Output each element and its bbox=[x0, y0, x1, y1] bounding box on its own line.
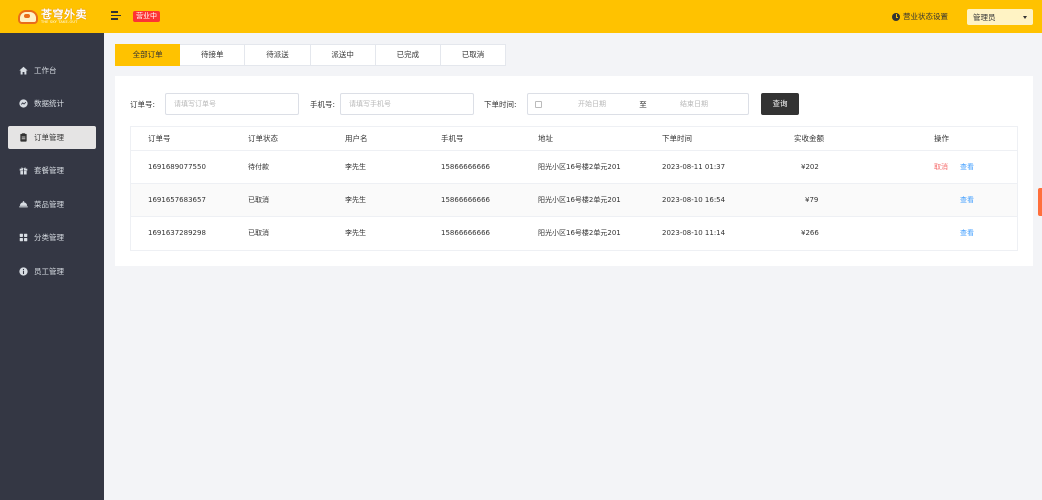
amount-cell: ¥202 bbox=[801, 163, 819, 171]
amount-cell: ¥79 bbox=[805, 196, 819, 204]
search-button[interactable]: 查询 bbox=[761, 93, 799, 115]
shop-status-label: 营业状态设置 bbox=[903, 12, 948, 21]
dish-icon bbox=[19, 200, 28, 209]
sidebar-item-label: 订单管理 bbox=[34, 133, 64, 142]
sidebar-item-label: 数据统计 bbox=[34, 99, 64, 108]
logo-icon bbox=[18, 10, 38, 24]
table-row: 1691657683657 已取消 李先生 15866666666 阳光小区16… bbox=[131, 184, 1017, 217]
status-cell: 已取消 bbox=[248, 196, 269, 204]
order-no-cell: 1691657683657 bbox=[148, 196, 206, 204]
table-row: 1691689077550 待付款 李先生 15866666666 阳光小区16… bbox=[131, 151, 1017, 184]
sidebar-item-label: 工作台 bbox=[34, 66, 57, 75]
logo-title: 苍穹外卖 bbox=[41, 8, 87, 22]
order-no-cell: 1691637289298 bbox=[148, 229, 206, 237]
grid-icon bbox=[19, 233, 28, 242]
sidebar-item-categories[interactable]: 分类管理 bbox=[8, 226, 96, 249]
order-no-label: 订单号: bbox=[130, 100, 156, 109]
order-status-tabs: 全部订单 待接单 待派送 派送中 已完成 已取消 bbox=[115, 44, 507, 66]
view-order-button[interactable]: 查看 bbox=[960, 151, 974, 184]
order-no-cell: 1691689077550 bbox=[148, 163, 206, 171]
tab-pending-accept[interactable]: 待接单 bbox=[180, 44, 246, 66]
sidebar-item-orders[interactable]: 订单管理 bbox=[8, 126, 96, 149]
top-header: 苍穹外卖 THE SKY TAKE-OUT 营业中 营业状态设置 管理员 bbox=[0, 0, 1042, 33]
orders-panel: 订单号: 手机号: 下单时间: 开始日期 至 结束日期 查询 订单号 订单状态 … bbox=[115, 76, 1033, 266]
home-icon bbox=[19, 66, 28, 75]
tab-pending-delivery[interactable]: 待派送 bbox=[245, 44, 311, 66]
amount-cell: ¥266 bbox=[801, 229, 819, 237]
address-cell: 阳光小区16号楼2单元201 bbox=[538, 163, 621, 171]
sidebar-item-label: 分类管理 bbox=[34, 233, 64, 242]
start-date-input[interactable]: 开始日期 bbox=[548, 99, 636, 109]
tab-all-orders[interactable]: 全部订单 bbox=[115, 44, 181, 66]
logo-subtitle: THE SKY TAKE-OUT bbox=[41, 20, 78, 25]
sidebar-item-workbench[interactable]: 工作台 bbox=[8, 59, 96, 82]
user-cell: 李先生 bbox=[345, 196, 366, 204]
end-date-input[interactable]: 结束日期 bbox=[650, 99, 738, 109]
column-header: 用户名 bbox=[345, 134, 368, 143]
sidebar-item-combos[interactable]: 套餐管理 bbox=[8, 159, 96, 182]
phone-cell: 15866666666 bbox=[441, 196, 490, 204]
info-icon bbox=[19, 267, 28, 276]
app-logo[interactable]: 苍穹外卖 THE SKY TAKE-OUT bbox=[18, 7, 87, 27]
address-cell: 阳光小区16号楼2单元201 bbox=[538, 196, 621, 204]
orders-table: 订单号 订单状态 用户名 手机号 地址 下单时间 实收金额 操作 1691689… bbox=[130, 126, 1018, 251]
clipboard-icon bbox=[19, 133, 28, 142]
address-cell: 阳光小区16号楼2单元201 bbox=[538, 229, 621, 237]
order-no-input[interactable] bbox=[165, 93, 299, 115]
tab-delivering[interactable]: 派送中 bbox=[310, 44, 376, 66]
business-status-badge: 营业中 bbox=[133, 11, 160, 22]
view-order-button[interactable]: 查看 bbox=[960, 217, 974, 250]
time-cell: 2023-08-10 11:14 bbox=[662, 229, 726, 237]
table-header: 订单号 订单状态 用户名 手机号 地址 下单时间 实收金额 操作 bbox=[131, 127, 1017, 151]
column-header: 下单时间 bbox=[662, 134, 692, 143]
admin-dropdown[interactable]: 管理员 bbox=[967, 9, 1033, 25]
column-header: 订单状态 bbox=[248, 134, 278, 143]
column-header: 实收金额 bbox=[794, 134, 824, 143]
sidebar-item-employees[interactable]: 员工管理 bbox=[8, 260, 96, 283]
calendar-icon bbox=[535, 100, 542, 108]
date-range-separator: 至 bbox=[639, 99, 647, 109]
phone-cell: 15866666666 bbox=[441, 229, 490, 237]
sidebar: 工作台 数据统计 订单管理 套餐管理 菜品管理 分类管理 员工管理 bbox=[0, 33, 104, 500]
column-header: 地址 bbox=[538, 134, 553, 143]
side-drawer-handle[interactable] bbox=[1038, 188, 1042, 216]
tab-cancelled[interactable]: 已取消 bbox=[440, 44, 507, 66]
sidebar-item-label: 员工管理 bbox=[34, 267, 64, 276]
sidebar-item-label: 套餐管理 bbox=[34, 166, 64, 175]
shop-status-setting-button[interactable]: 营业状态设置 bbox=[892, 11, 948, 22]
admin-name: 管理员 bbox=[973, 12, 996, 22]
status-cell: 待付款 bbox=[248, 163, 269, 171]
time-cell: 2023-08-11 01:37 bbox=[662, 163, 726, 171]
column-header: 操作 bbox=[934, 134, 949, 143]
table-row: 1691637289298 已取消 李先生 15866666666 阳光小区16… bbox=[131, 217, 1017, 250]
time-cell: 2023-08-10 16:54 bbox=[662, 196, 726, 204]
column-header: 手机号 bbox=[441, 134, 464, 143]
sidebar-item-label: 菜品管理 bbox=[34, 200, 64, 209]
gift-icon bbox=[19, 166, 28, 175]
date-range-picker[interactable]: 开始日期 至 结束日期 bbox=[527, 93, 749, 115]
phone-cell: 15866666666 bbox=[441, 163, 490, 171]
status-cell: 已取消 bbox=[248, 229, 269, 237]
tab-completed[interactable]: 已完成 bbox=[375, 44, 441, 66]
user-cell: 李先生 bbox=[345, 229, 366, 237]
order-time-label: 下单时间: bbox=[484, 100, 517, 109]
clock-icon bbox=[892, 12, 900, 21]
cancel-order-button[interactable]: 取消 bbox=[934, 151, 948, 184]
column-header: 订单号 bbox=[148, 134, 171, 143]
phone-input[interactable] bbox=[340, 93, 474, 115]
user-cell: 李先生 bbox=[345, 163, 366, 171]
sidebar-item-statistics[interactable]: 数据统计 bbox=[8, 92, 96, 115]
view-order-button[interactable]: 查看 bbox=[960, 184, 974, 217]
sidebar-item-dishes[interactable]: 菜品管理 bbox=[8, 193, 96, 216]
phone-label: 手机号: bbox=[310, 100, 336, 109]
chevron-down-icon bbox=[1023, 15, 1027, 19]
chart-icon bbox=[19, 99, 28, 108]
menu-toggle-icon[interactable] bbox=[111, 11, 121, 21]
